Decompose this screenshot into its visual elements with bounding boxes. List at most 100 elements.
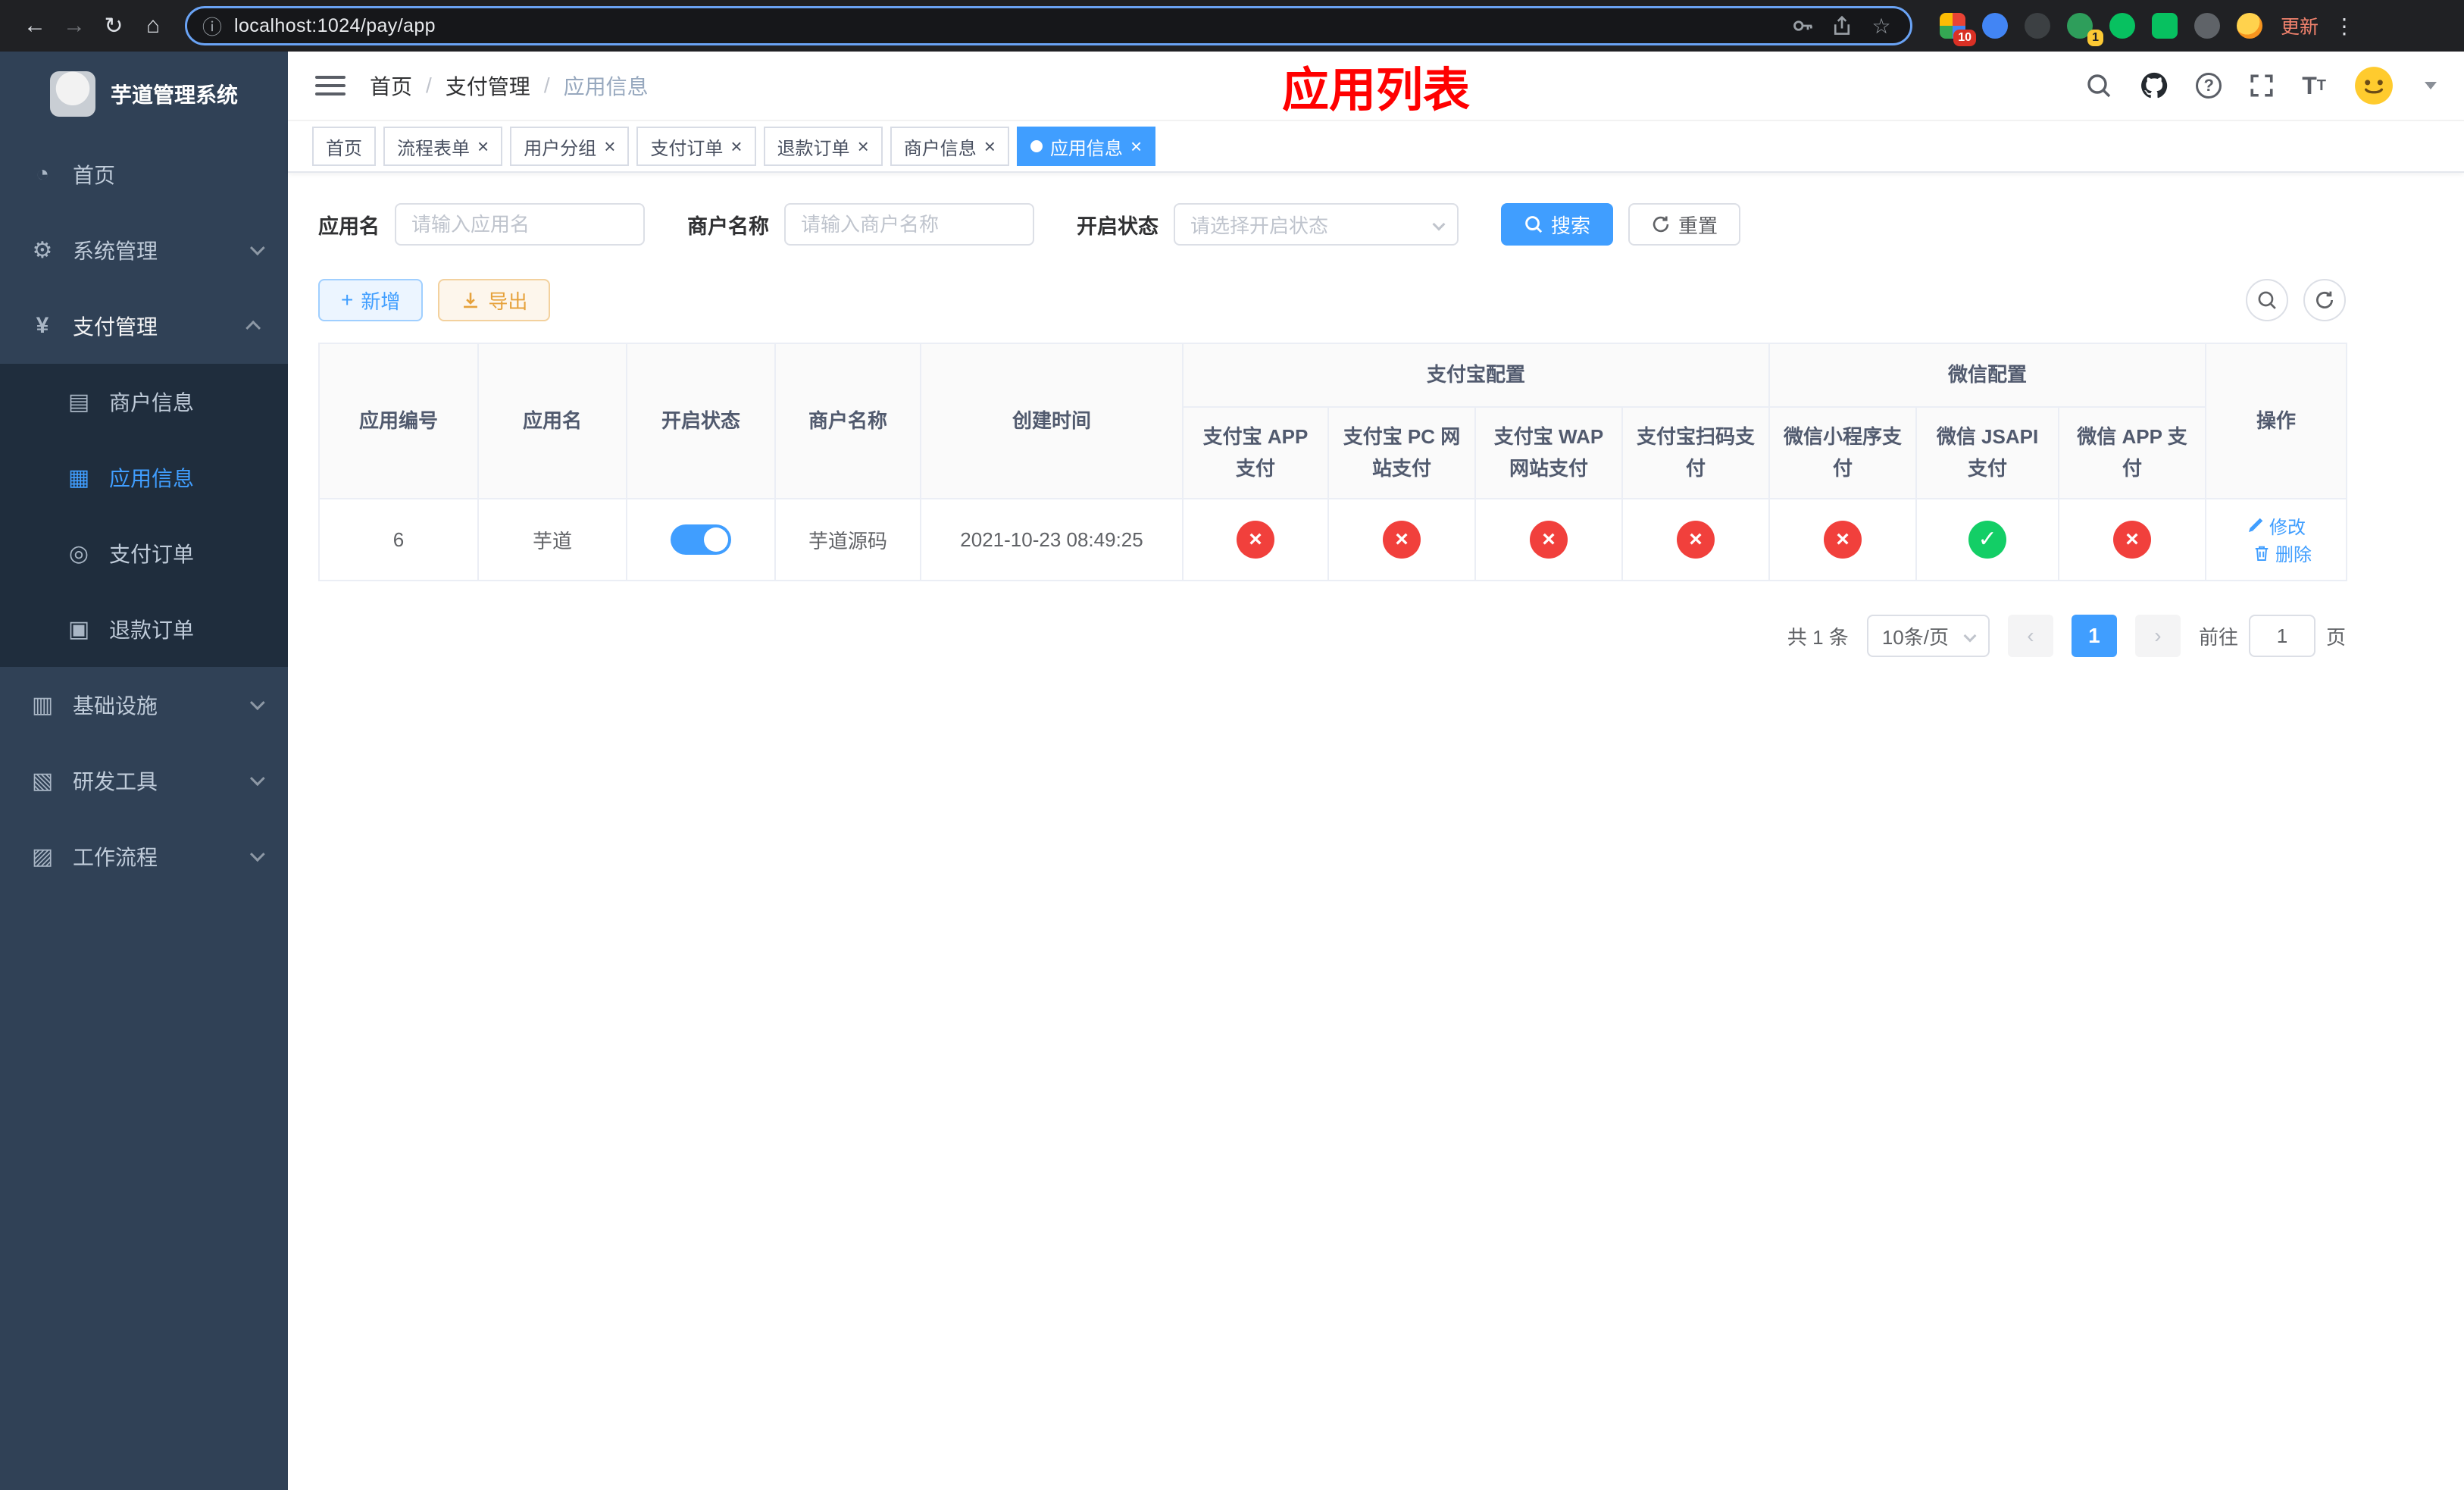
col-status: 开启状态 bbox=[626, 343, 776, 500]
sidebar-item-label: 基础设施 bbox=[73, 694, 158, 718]
fullscreen-icon[interactable] bbox=[2249, 73, 2275, 99]
browser-menu-icon[interactable]: ⋮ bbox=[2334, 14, 2355, 39]
workflow-icon: ▨ bbox=[31, 844, 54, 869]
col-wechat-app: 微信 APP 支付 bbox=[2058, 406, 2207, 500]
forward-icon[interactable]: → bbox=[55, 6, 94, 45]
sidebar-item-label: 工作流程 bbox=[73, 846, 158, 869]
app-logo-row[interactable]: 芋道管理系统 bbox=[0, 52, 288, 136]
add-button[interactable]: + 新增 bbox=[318, 279, 424, 321]
help-icon[interactable]: ? bbox=[2196, 73, 2222, 99]
back-icon[interactable]: ← bbox=[15, 6, 55, 45]
export-button-label: 导出 bbox=[488, 290, 528, 313]
font-size-icon[interactable]: TT bbox=[2302, 74, 2326, 98]
status-select[interactable]: 请选择开启状态 bbox=[1174, 203, 1459, 246]
reload-icon[interactable]: ↻ bbox=[94, 6, 133, 45]
breadcrumb: 首页 / 支付管理 / 应用信息 bbox=[370, 70, 649, 101]
chevron-down-icon bbox=[1432, 218, 1446, 231]
sidebar-item-home[interactable]: ◔ 首页 bbox=[0, 136, 288, 212]
reset-button[interactable]: 重置 bbox=[1628, 203, 1741, 246]
address-bar[interactable]: ⓘ localhost:1024/pay/app ☆ bbox=[185, 6, 1912, 45]
tab-process-form[interactable]: 流程表单 × bbox=[383, 127, 503, 166]
home-icon[interactable]: ⌂ bbox=[133, 6, 173, 45]
browser-update-button[interactable]: 更新 bbox=[2281, 12, 2319, 39]
col-alipay-qr: 支付宝扫码支付 bbox=[1621, 406, 1771, 500]
extension-puzzle-icon[interactable] bbox=[2194, 13, 2220, 39]
sidebar-item-system[interactable]: ⚙ 系统管理 bbox=[0, 212, 288, 288]
tab-label: 支付订单 bbox=[650, 138, 724, 159]
breadcrumb-home[interactable]: 首页 bbox=[370, 70, 412, 101]
cell-created: 2021-10-23 08:49:25 bbox=[920, 498, 1184, 582]
merchant-name-input[interactable] bbox=[784, 203, 1034, 246]
page-size-value: 10条/页 bbox=[1881, 625, 1949, 649]
table-toolbar: + 新增 导出 bbox=[318, 279, 2346, 321]
url-text[interactable]: localhost:1024/pay/app bbox=[234, 15, 1777, 37]
hide-search-icon-button[interactable] bbox=[2246, 279, 2288, 321]
sidebar-item-devtools[interactable]: ▧ 研发工具 bbox=[0, 743, 288, 819]
page-size-select[interactable]: 10条/页 bbox=[1866, 615, 1990, 658]
tab-close-icon[interactable]: × bbox=[730, 136, 742, 156]
tab-close-icon[interactable]: × bbox=[858, 136, 869, 156]
prev-page-button[interactable]: ‹ bbox=[2007, 615, 2053, 658]
search-icon[interactable] bbox=[2085, 72, 2112, 99]
search-button[interactable]: 搜索 bbox=[1501, 203, 1614, 246]
infrastructure-icon: ▥ bbox=[31, 692, 54, 718]
extension-tabs-icon[interactable]: 10 bbox=[1940, 13, 1976, 46]
sidebar-item-payment-orders[interactable]: ◎ 支付订单 bbox=[0, 515, 288, 591]
col-actions: 操作 bbox=[2205, 343, 2348, 500]
chevron-up-icon bbox=[245, 320, 261, 336]
github-icon[interactable] bbox=[2140, 71, 2169, 100]
extension-drop-icon[interactable] bbox=[1982, 13, 2008, 39]
active-tab-dot bbox=[1030, 140, 1043, 152]
extensions-area: 10 1 bbox=[1940, 13, 2262, 46]
sidebar-item-label: 支付管理 bbox=[73, 315, 158, 339]
sidebar: 芋道管理系统 ◔ 首页 ⚙ 系统管理 ¥ 支付管理 ▤ 商户信息 ▦ 应用信息 bbox=[0, 52, 288, 1490]
breadcrumb-parent[interactable]: 支付管理 bbox=[446, 70, 530, 101]
app-grid-icon: ▦ bbox=[67, 465, 90, 490]
tab-close-icon[interactable]: × bbox=[604, 136, 615, 156]
page-number-button[interactable]: 1 bbox=[2071, 615, 2117, 658]
app-name-input[interactable] bbox=[395, 203, 645, 246]
next-page-button[interactable]: › bbox=[2134, 615, 2181, 658]
tab-user-group[interactable]: 用户分组 × bbox=[510, 127, 630, 166]
sidebar-item-app-info[interactable]: ▦ 应用信息 bbox=[0, 440, 288, 515]
bookmark-star-icon[interactable]: ☆ bbox=[1868, 12, 1895, 39]
extension-dark-icon[interactable] bbox=[2025, 13, 2050, 39]
sidebar-item-merchant-info[interactable]: ▤ 商户信息 bbox=[0, 364, 288, 440]
tab-payment-orders[interactable]: 支付订单 × bbox=[636, 127, 756, 166]
site-info-icon[interactable]: ⓘ bbox=[202, 12, 222, 40]
sidebar-item-refund-orders[interactable]: ▣ 退款订单 bbox=[0, 591, 288, 667]
tab-home[interactable]: 首页 bbox=[312, 127, 376, 166]
breadcrumb-current: 应用信息 bbox=[563, 75, 649, 99]
share-icon[interactable] bbox=[1828, 12, 1856, 39]
export-button[interactable]: 导出 bbox=[438, 279, 551, 321]
goto-page-input[interactable] bbox=[2248, 615, 2315, 658]
extension-badge: 10 bbox=[1953, 30, 1976, 46]
avatar-caret-icon[interactable] bbox=[2425, 82, 2437, 89]
tab-app-info[interactable]: 应用信息 × bbox=[1016, 127, 1156, 166]
password-key-icon[interactable] bbox=[1789, 12, 1816, 39]
extension-profile-icon[interactable]: 1 bbox=[2067, 13, 2103, 46]
status-toggle[interactable] bbox=[671, 524, 731, 556]
extension-devtools-icon[interactable] bbox=[2152, 13, 2178, 39]
wechat-mini-status-icon: × bbox=[1824, 521, 1862, 559]
plus-icon: + bbox=[341, 288, 354, 311]
sidebar-collapse-icon[interactable] bbox=[315, 76, 346, 95]
status-label: 开启状态 bbox=[1077, 214, 1159, 238]
tab-close-icon[interactable]: × bbox=[477, 136, 489, 156]
sidebar-item-payment[interactable]: ¥ 支付管理 bbox=[0, 288, 288, 364]
extension-face-icon[interactable] bbox=[2237, 13, 2262, 39]
user-avatar[interactable] bbox=[2353, 65, 2394, 106]
tab-close-icon[interactable]: × bbox=[1130, 136, 1142, 156]
tab-close-icon[interactable]: × bbox=[984, 136, 996, 156]
tab-refund-orders[interactable]: 退款订单 × bbox=[763, 127, 883, 166]
refund-order-icon: ▣ bbox=[67, 616, 90, 642]
sidebar-item-infrastructure[interactable]: ▥ 基础设施 bbox=[0, 667, 288, 743]
tab-merchant-info[interactable]: 商户信息 × bbox=[890, 127, 1009, 166]
chevron-down-icon bbox=[249, 695, 265, 711]
refresh-icon-button[interactable] bbox=[2303, 279, 2346, 321]
edit-link[interactable]: 修改 bbox=[2247, 512, 2306, 539]
delete-link[interactable]: 删除 bbox=[2253, 540, 2312, 566]
extension-wechat-icon[interactable] bbox=[2109, 13, 2135, 39]
goto-label: 前往 bbox=[2198, 625, 2238, 649]
sidebar-item-workflow[interactable]: ▨ 工作流程 bbox=[0, 819, 288, 894]
